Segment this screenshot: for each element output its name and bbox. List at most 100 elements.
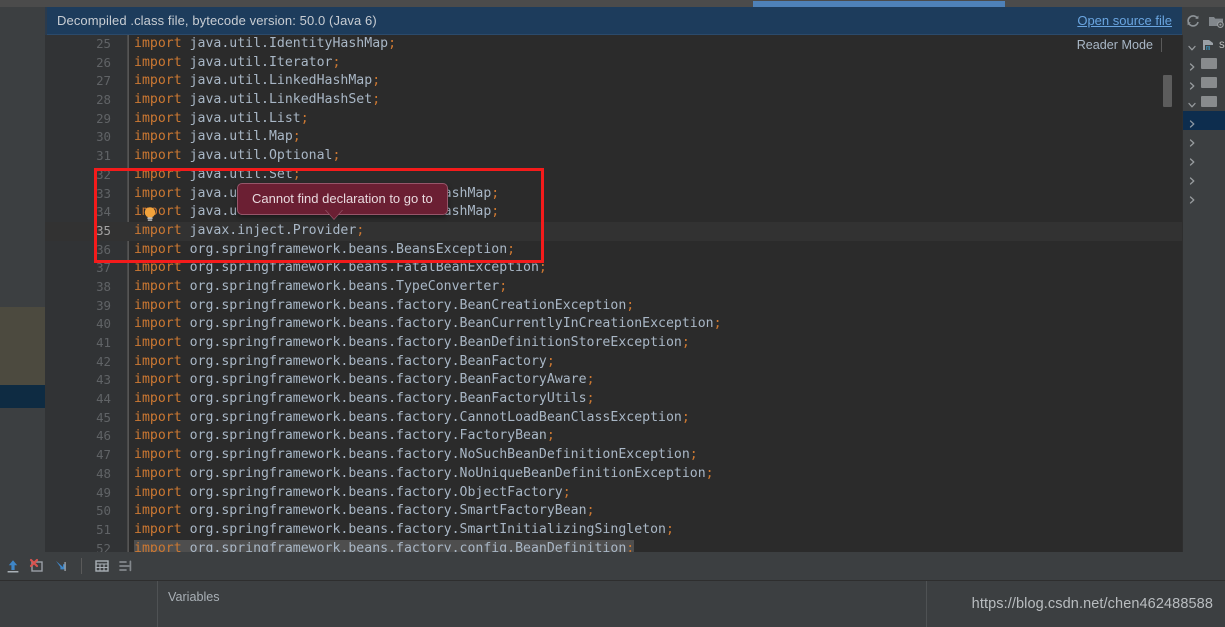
left-rail-olive-block <box>0 307 45 385</box>
editor-scrollbar-thumb[interactable] <box>1163 75 1172 107</box>
code-line[interactable]: 27 import java.util.LinkedHashMap; <box>45 72 1182 91</box>
code-line[interactable]: 30 import java.util.Map; <box>45 128 1182 147</box>
chevron-right-icon[interactable] <box>1187 154 1197 166</box>
line-number: 45 <box>96 409 111 425</box>
step-out-button[interactable] <box>4 557 22 575</box>
import-path: org.springframework.beans.FatalBeanExcep… <box>181 260 539 276</box>
semicolon: ; <box>586 372 595 388</box>
editor-scrollbar-track[interactable] <box>1163 35 1174 552</box>
line-number: 25 <box>96 36 111 51</box>
java-keyword: import <box>134 204 182 220</box>
maven-tool-panel[interactable]: ms <box>1182 35 1225 552</box>
line-text: import org.springframework.beans.factory… <box>134 521 674 540</box>
lightbulb-icon[interactable] <box>143 206 157 222</box>
code-line[interactable]: 33import java.util.concurrent.Concurrent… <box>45 185 1182 204</box>
semicolon: ; <box>292 129 301 145</box>
import-path: org.springframework.beans.factory.BeanFa… <box>181 391 587 407</box>
semicolon: ; <box>665 521 674 537</box>
refresh-icon[interactable] <box>1185 13 1201 29</box>
import-path: org.springframework.beans.factory.SmartI… <box>181 521 666 537</box>
code-line[interactable]: 25 import java.util.IdentityHashMap; <box>45 35 1182 54</box>
code-line[interactable]: 46 import org.springframework.beans.facto… <box>45 427 1182 446</box>
java-keyword: import <box>134 391 182 407</box>
code-line[interactable]: 44 import org.springframework.beans.facto… <box>45 390 1182 409</box>
banner-message: Decompiled .class file, bytecode version… <box>57 13 377 28</box>
line-number: 26 <box>96 54 111 70</box>
folder-settings-icon[interactable] <box>1208 13 1224 29</box>
chevron-right-icon[interactable] <box>1187 192 1197 204</box>
line-text: import org.springframework.beans.factory… <box>134 353 555 372</box>
chevron-right-icon[interactable] <box>1187 116 1197 128</box>
tree-node[interactable] <box>1183 73 1225 92</box>
line-number: 39 <box>96 297 111 313</box>
chevron-down-icon[interactable] <box>1187 97 1197 107</box>
code-line[interactable]: 49 import org.springframework.beans.facto… <box>45 484 1182 503</box>
reader-mode-indicator[interactable]: Reader Mode <box>1077 38 1162 52</box>
semicolon: ; <box>705 465 714 481</box>
code-editor[interactable]: Reader Mode 25 import java.util.IdentityH… <box>45 35 1182 552</box>
code-line[interactable]: 45 import org.springframework.beans.facto… <box>45 409 1182 428</box>
debugger-toolbar[interactable] <box>0 552 1225 580</box>
chevron-right-icon[interactable] <box>1187 173 1197 185</box>
force-step-button[interactable] <box>28 557 46 575</box>
code-line[interactable]: 32 import java.util.Set; <box>45 166 1182 185</box>
code-line[interactable]: 43 import org.springframework.beans.facto… <box>45 371 1182 390</box>
tree-node[interactable] <box>1183 149 1225 168</box>
chevron-right-icon[interactable] <box>1187 135 1197 147</box>
tree-node[interactable]: ms <box>1183 35 1225 54</box>
code-line[interactable]: 51 import org.springframework.beans.facto… <box>45 521 1182 540</box>
tree-node[interactable] <box>1183 54 1225 73</box>
code-lines-container[interactable]: 25 import java.util.IdentityHashMap; 26 imp… <box>45 35 1182 552</box>
semicolon: ; <box>491 185 500 201</box>
code-line[interactable]: 28 import java.util.LinkedHashSet; <box>45 91 1182 110</box>
open-source-file-link[interactable]: Open source file <box>1077 13 1172 28</box>
tree-node[interactable] <box>1183 187 1225 206</box>
code-line[interactable]: 26 import java.util.Iterator; <box>45 54 1182 73</box>
line-text: import org.springframework.beans.BeansEx… <box>134 241 515 260</box>
step-into-button[interactable] <box>52 557 70 575</box>
line-number: 32 <box>96 166 111 182</box>
line-text: import java.util.List; <box>134 110 309 129</box>
code-line[interactable]: 50 import org.springframework.beans.facto… <box>45 502 1182 521</box>
import-path: org.springframework.beans.factory.Object… <box>181 484 563 500</box>
semicolon: ; <box>681 335 690 350</box>
java-keyword: import <box>134 166 182 182</box>
evaluate-table-button[interactable] <box>93 557 111 575</box>
code-line[interactable]: 42 import org.springframework.beans.facto… <box>45 353 1182 372</box>
code-line[interactable]: 31 import java.util.Optional; <box>45 147 1182 166</box>
tree-node[interactable] <box>1183 92 1225 111</box>
chevron-down-icon[interactable] <box>1187 40 1197 50</box>
semicolon: ; <box>332 54 341 70</box>
tabs-split-right <box>926 581 927 627</box>
show-list-button[interactable] <box>117 557 135 575</box>
semicolon: ; <box>300 110 309 126</box>
line-text: import org.springframework.beans.factory… <box>134 502 595 521</box>
tree-node[interactable] <box>1183 111 1225 130</box>
code-line[interactable]: 29 import java.util.List; <box>45 110 1182 129</box>
code-line[interactable]: 40 import org.springframework.beans.facto… <box>45 315 1182 334</box>
java-keyword: import <box>134 92 182 108</box>
java-keyword: import <box>134 503 182 519</box>
java-keyword: import <box>134 447 182 463</box>
import-path: org.springframework.beans.factory.BeanDe… <box>181 335 682 350</box>
code-line[interactable]: 37 import org.springframework.beans.Fatal… <box>45 259 1182 278</box>
tree-node[interactable] <box>1183 130 1225 149</box>
code-line[interactable]: 52 import org.springframework.beans.facto… <box>45 539 1182 552</box>
code-line[interactable]: 36 import org.springframework.beans.Beans… <box>45 241 1182 260</box>
banner-seam <box>45 7 47 35</box>
line-text: import org.springframework.beans.factory… <box>134 390 595 409</box>
code-line[interactable]: 47 import org.springframework.beans.facto… <box>45 446 1182 465</box>
import-path: org.springframework.beans.factory.BeanCu… <box>181 316 714 332</box>
line-number: 31 <box>96 148 111 164</box>
code-line[interactable]: 39 import org.springframework.beans.facto… <box>45 297 1182 316</box>
code-line[interactable]: 41 import org.springframework.beans.facto… <box>45 334 1182 353</box>
line-number: 46 <box>96 428 111 444</box>
chevron-right-icon[interactable] <box>1187 59 1197 71</box>
code-line[interactable]: 48 import org.springframework.beans.facto… <box>45 465 1182 484</box>
tab-variables[interactable]: Variables <box>168 590 220 604</box>
tree-node[interactable] <box>1183 168 1225 187</box>
code-line[interactable]: 34import java.util.concurrent.Concurrent… <box>45 203 1182 222</box>
code-line[interactable]: 35 import javax.inject.Provider; <box>45 221 1182 241</box>
code-line[interactable]: 38 import org.springframework.beans.TypeC… <box>45 278 1182 297</box>
chevron-right-icon[interactable] <box>1187 78 1197 90</box>
